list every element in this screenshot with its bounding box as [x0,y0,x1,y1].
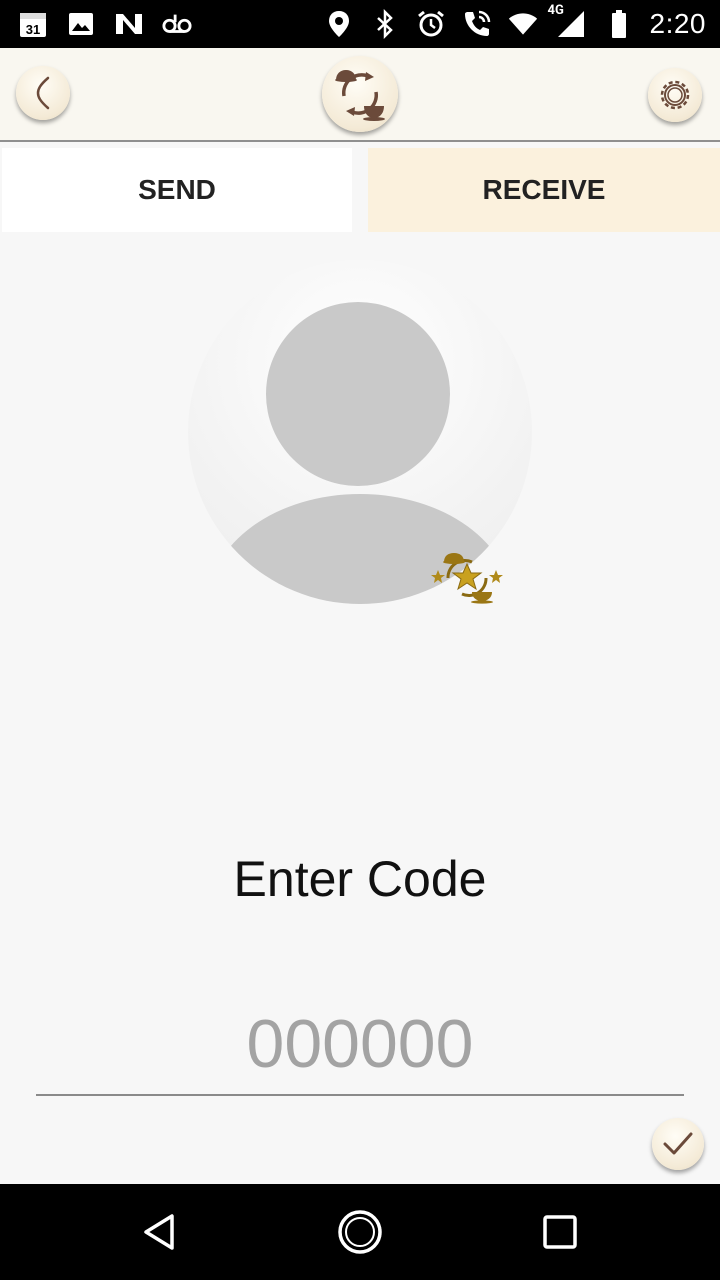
back-triangle-icon [144,1214,174,1250]
calendar-day: 31 [26,22,40,37]
bluetooth-icon [370,9,400,39]
tab-receive-label: RECEIVE [482,174,606,205]
nav-home-button[interactable] [336,1208,384,1256]
tab-bar: SEND RECEIVE [0,148,720,232]
nav-back-button[interactable] [136,1208,184,1256]
gear-icon [660,80,690,110]
battery-icon [604,9,634,39]
code-input[interactable] [36,994,684,1096]
settings-button[interactable] [648,68,702,122]
recents-square-icon [543,1215,577,1249]
cup-exchange-logo-icon [335,70,385,121]
nav-recents-button[interactable] [536,1208,584,1256]
enter-code-label: Enter Code [233,851,487,907]
cell-signal-icon: 4G [548,3,588,39]
navigation-bar [0,1184,720,1280]
calendar-icon: 31 [18,9,48,39]
checkmark-icon [663,1132,693,1155]
tab-send[interactable]: SEND [2,148,352,232]
avatar-head-shape [266,302,450,486]
cup-stars-badge-icon [431,553,503,604]
status-time: 2:20 [649,8,706,39]
home-circle-icon [338,1210,382,1254]
confirm-button[interactable] [652,1118,704,1170]
network-type: 4G [547,3,564,18]
tab-receive[interactable]: RECEIVE [368,148,720,232]
image-icon [66,9,96,39]
app-bar [0,48,720,142]
back-button[interactable] [16,66,70,120]
voicemail-icon [162,9,192,39]
alarm-icon [416,9,446,39]
wifi-icon [508,9,538,39]
chevron-left-icon [36,76,50,110]
tab-send-label: SEND [138,174,216,205]
status-bar: 31 4G 2:20 [0,0,720,48]
n-app-icon [114,9,144,39]
location-icon [324,9,354,39]
phone-call-icon [462,9,492,39]
app-logo-button[interactable] [322,56,398,132]
